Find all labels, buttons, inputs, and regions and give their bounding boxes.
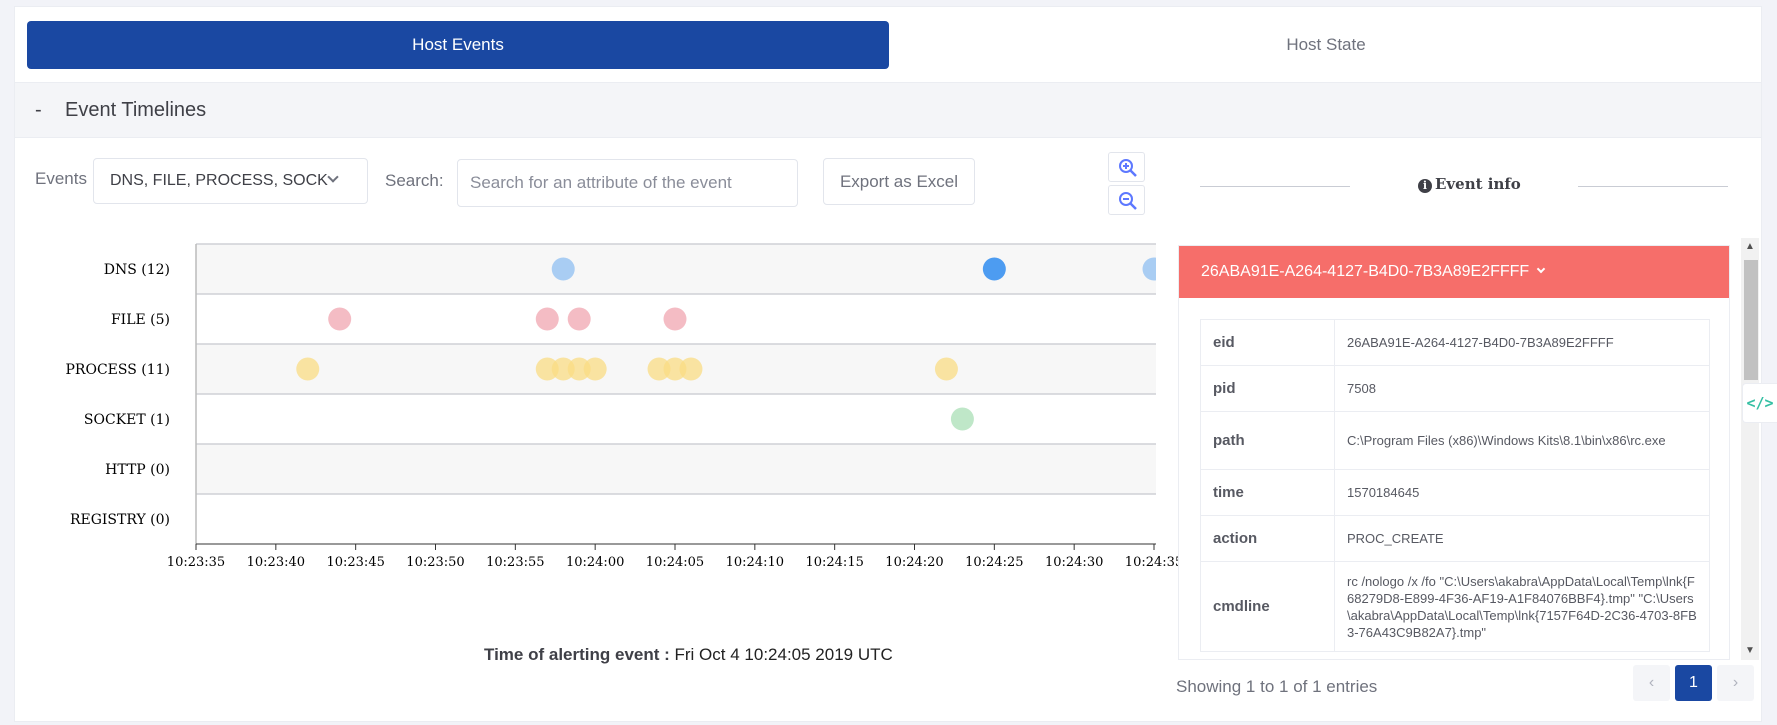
alerting-event-time: Time of alerting event : Fri Oct 4 10:24… (484, 645, 893, 665)
page-1-button[interactable]: 1 (1675, 665, 1712, 701)
x-tick-label: 10:23:40 (247, 555, 305, 570)
table-row: time 1570184645 (1200, 469, 1710, 516)
event-id: 26ABA91E-A264-4127-B4D0-7B3A89E2FFFF (1201, 263, 1530, 280)
timeline-row-band (196, 394, 1156, 444)
x-tick-label: 10:24:35 (1125, 555, 1180, 570)
scroll-up-icon[interactable]: ▲ (1745, 242, 1755, 252)
x-tick-label: 10:23:55 (486, 555, 544, 570)
x-tick-label: 10:23:35 (167, 555, 225, 570)
row-label: DNS (12) (104, 262, 170, 278)
attribute-value: 1570184645 (1334, 469, 1710, 516)
x-tick-label: 10:24:10 (726, 555, 784, 570)
row-label: FILE (5) (111, 312, 170, 328)
attribute-key: pid (1200, 365, 1335, 412)
row-label: SOCKET (1) (84, 412, 170, 428)
card-scrollbar[interactable]: ▲ ▼ (1741, 238, 1759, 660)
event-attributes-table: eid 26ABA91E-A264-4127-B4D0-7B3A89E2FFFF p… (1200, 319, 1710, 652)
code-icon: </> (1746, 394, 1774, 412)
event-id-header[interactable]: 26ABA91E-A264-4127-B4D0-7B3A89E2FFFF (1179, 246, 1729, 298)
divider-left (1200, 186, 1350, 187)
row-label: HTTP (0) (105, 462, 170, 478)
scroll-thumb[interactable] (1744, 260, 1758, 380)
event-point[interactable] (950, 407, 974, 431)
attribute-key: action (1200, 515, 1335, 562)
x-tick-label: 10:24:00 (566, 555, 624, 570)
prev-page-button[interactable]: ‹ (1633, 665, 1670, 701)
timeline-row-band (196, 494, 1156, 544)
attribute-value: 26ABA91E-A264-4127-B4D0-7B3A89E2FFFF (1334, 319, 1710, 366)
event-point[interactable] (296, 357, 320, 381)
code-toggle-button[interactable]: </> (1742, 383, 1777, 423)
table-row: eid 26ABA91E-A264-4127-B4D0-7B3A89E2FFFF (1200, 319, 1710, 366)
row-label: PROCESS (11) (66, 362, 171, 378)
x-tick-label: 10:24:20 (885, 555, 943, 570)
event-point[interactable] (982, 257, 1006, 281)
alert-label: Time of alerting event : (484, 645, 670, 664)
attribute-key: cmdline (1200, 561, 1335, 652)
timeline-svg: DNS (12) FILE (5) PROCESS (11) SOCKET (1) HT… (66, 243, 1180, 570)
attribute-key: path (1200, 411, 1335, 470)
event-point[interactable] (663, 307, 687, 331)
x-tick-label: 10:24:15 (805, 555, 863, 570)
table-row: path C:\Program Files (x86)\Windows Kits\… (1200, 411, 1710, 470)
attribute-key: time (1200, 469, 1335, 516)
attribute-value: C:\Program Files (x86)\Windows Kits\8.1\… (1334, 411, 1710, 470)
event-info-header: i Event info (1200, 175, 1730, 195)
event-info-card: 26ABA91E-A264-4127-B4D0-7B3A89E2FFFF eid… (1178, 245, 1730, 660)
event-point[interactable] (567, 307, 591, 331)
attribute-key: eid (1200, 319, 1335, 366)
event-point[interactable] (535, 307, 559, 331)
attribute-value: PROC_CREATE (1334, 515, 1710, 562)
next-page-button[interactable]: › (1717, 665, 1754, 701)
scroll-down-icon[interactable]: ▼ (1745, 646, 1755, 656)
timeline-row-band (196, 244, 1156, 294)
attribute-value: 7508 (1334, 365, 1710, 412)
table-row: action PROC_CREATE (1200, 515, 1710, 562)
event-info-title: i Event info (1418, 175, 1521, 193)
alert-value: Fri Oct 4 10:24:05 2019 UTC (674, 645, 893, 664)
event-point[interactable] (328, 307, 352, 331)
event-point[interactable] (679, 357, 703, 381)
event-point[interactable] (934, 357, 958, 381)
x-tick-label: 10:23:45 (326, 555, 384, 570)
x-tick-label: 10:24:05 (646, 555, 704, 570)
x-tick-label: 10:23:50 (406, 555, 464, 570)
chevron-down-icon (1536, 264, 1546, 274)
attribute-value: rc /nologo /x /fo "C:\Users\akabra\AppDa… (1334, 561, 1710, 652)
x-tick-label: 10:24:30 (1045, 555, 1103, 570)
timeline-row-band (196, 444, 1156, 494)
entries-summary: Showing 1 to 1 of 1 entries (1176, 677, 1378, 696)
timeline-chart: DNS (12) FILE (5) PROCESS (11) SOCKET (1) HT… (0, 0, 1180, 725)
event-point[interactable] (1142, 257, 1166, 281)
row-label: REGISTRY (0) (70, 512, 170, 528)
event-point[interactable] (551, 257, 575, 281)
divider-right (1578, 186, 1728, 187)
table-row: cmdline rc /nologo /x /fo "C:\Users\akabr… (1200, 561, 1710, 652)
x-tick-label: 10:24:25 (965, 555, 1023, 570)
event-point[interactable] (583, 357, 607, 381)
info-icon: i (1418, 179, 1432, 193)
event-info-title-text: Event info (1435, 175, 1521, 193)
table-row: pid 7508 (1200, 365, 1710, 412)
